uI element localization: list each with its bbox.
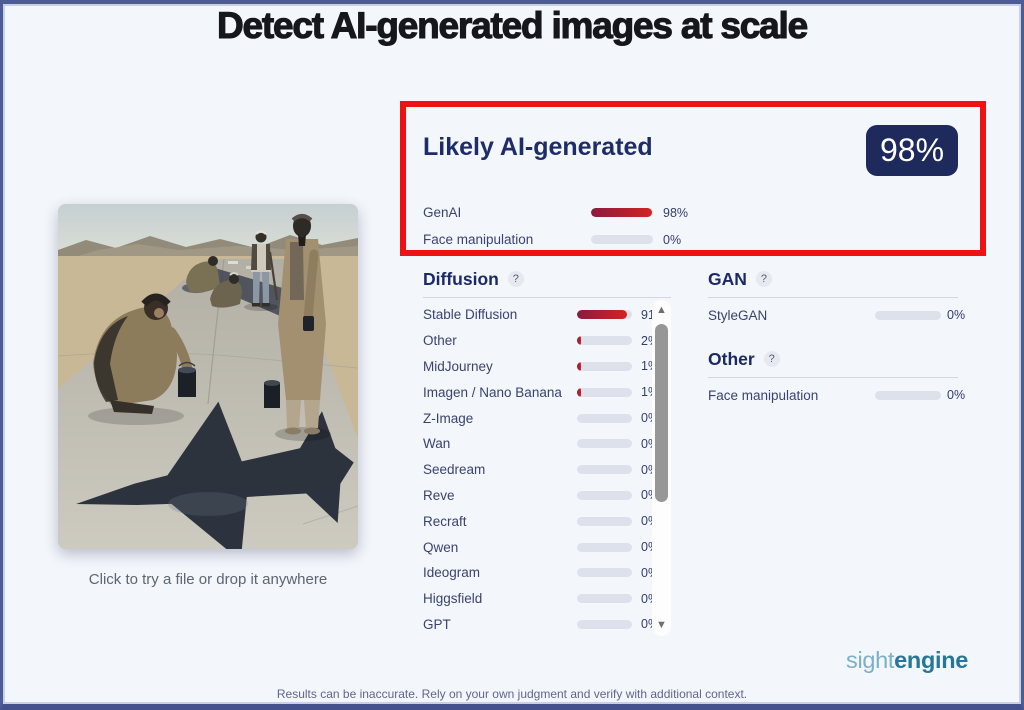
model-row: Imagen / Nano Banana 1% <box>423 379 671 405</box>
score-bar <box>591 235 653 244</box>
diffusion-rows: Stable Diffusion 91% Other 2% MidJourney… <box>423 302 671 637</box>
model-bar <box>577 414 632 423</box>
model-row: Z-Image 0% <box>423 405 671 431</box>
section-divider <box>708 297 958 298</box>
model-label: Qwen <box>423 540 568 555</box>
score-badge: 98% <box>866 125 958 176</box>
logo-part-light: sight <box>846 647 894 673</box>
gan-section-title: GAN <box>708 269 747 290</box>
score-row-label: Face manipulation <box>423 232 581 247</box>
model-label: Imagen / Nano Banana <box>423 385 568 400</box>
score-row-percent: 0% <box>663 233 681 247</box>
model-label: Reve <box>423 488 568 503</box>
dropzone-caption[interactable]: Click to try a file or drop it anywhere <box>33 571 383 588</box>
model-label: Seedream <box>423 462 568 477</box>
other-rows: Face manipulation 0% <box>708 382 958 408</box>
model-row: Seedream 0% <box>423 457 671 483</box>
gan-rows: StyleGAN 0% <box>708 302 958 328</box>
model-row: GPT 0% <box>423 612 671 638</box>
help-icon[interactable]: ? <box>756 271 772 287</box>
gan-section: GAN ? StyleGAN 0% <box>708 268 958 328</box>
model-bar-fill <box>577 388 581 397</box>
section-divider <box>708 377 958 378</box>
score-row-label: GenAI <box>423 205 581 220</box>
scrollbar-thumb[interactable] <box>655 324 668 502</box>
help-icon[interactable]: ? <box>508 271 524 287</box>
model-bar-fill <box>577 310 627 319</box>
score-row: GenAI 98% <box>423 199 673 226</box>
other-section-title: Other <box>708 349 755 370</box>
uploaded-image <box>58 204 358 549</box>
model-label: MidJourney <box>423 359 568 374</box>
model-bar <box>577 620 632 629</box>
scroll-down-icon[interactable]: ▼ <box>652 618 671 632</box>
model-row: Face manipulation 0% <box>708 382 958 408</box>
page-title: Detect AI-generated images at scale <box>3 5 1021 47</box>
model-row: Other 2% <box>423 328 671 354</box>
result-rows: GenAI 98% Face manipulation 0% <box>423 199 673 253</box>
model-bar <box>875 311 941 320</box>
other-section: Other ? Face manipulation 0% <box>708 348 958 408</box>
app-window: Detect AI-generated images at scale <box>0 0 1024 710</box>
model-bar <box>577 465 632 474</box>
model-bar <box>577 594 632 603</box>
score-row: Face manipulation 0% <box>423 226 673 253</box>
model-row: Wan 0% <box>423 431 671 457</box>
model-row: Recraft 0% <box>423 508 671 534</box>
result-heading: Likely AI-generated <box>423 133 653 162</box>
model-percent: 0% <box>947 388 965 402</box>
diffusion-section-title: Diffusion <box>423 269 499 290</box>
diffusion-section: Diffusion ? Stable Diffusion 91% Other 2… <box>423 268 671 637</box>
score-bar <box>591 208 653 217</box>
model-bar-fill <box>577 362 581 371</box>
model-bar-fill <box>577 336 581 345</box>
footer-disclaimer: Results can be inaccurate. Rely on your … <box>3 687 1021 701</box>
model-bar <box>577 336 632 345</box>
model-label: Higgsfield <box>423 591 568 606</box>
model-label: Wan <box>423 436 568 451</box>
model-label: Other <box>423 333 568 348</box>
model-bar <box>577 491 632 500</box>
model-bar <box>577 362 632 371</box>
model-row: Qwen 0% <box>423 534 671 560</box>
score-row-percent: 98% <box>663 206 688 220</box>
model-label: StyleGAN <box>708 308 869 323</box>
model-row: Higgsfield 0% <box>423 586 671 612</box>
model-percent: 0% <box>947 308 965 322</box>
section-divider <box>423 297 671 298</box>
logo-part-bold: engine <box>894 647 968 673</box>
scroll-up-icon[interactable]: ▲ <box>652 303 671 317</box>
sightengine-logo[interactable]: sightengine <box>846 647 968 674</box>
model-label: Z-Image <box>423 411 568 426</box>
model-bar <box>577 439 632 448</box>
model-label: Face manipulation <box>708 388 869 403</box>
model-label: Stable Diffusion <box>423 307 568 322</box>
model-label: GPT <box>423 617 568 632</box>
model-row: Stable Diffusion 91% <box>423 302 671 328</box>
model-row: StyleGAN 0% <box>708 302 958 328</box>
model-bar <box>577 388 632 397</box>
model-label: Recraft <box>423 514 568 529</box>
model-bar <box>577 568 632 577</box>
model-bar <box>577 517 632 526</box>
uploaded-image-preview[interactable] <box>58 204 358 549</box>
model-row: Reve 0% <box>423 483 671 509</box>
model-bar <box>577 310 632 319</box>
model-row: Ideogram 0% <box>423 560 671 586</box>
score-bar-fill <box>591 208 652 217</box>
model-bar <box>875 391 941 400</box>
model-bar <box>577 543 632 552</box>
model-row: MidJourney 1% <box>423 354 671 380</box>
diffusion-scrollbar[interactable]: ▲ ▼ <box>652 300 671 636</box>
help-icon[interactable]: ? <box>764 351 780 367</box>
model-label: Ideogram <box>423 565 568 580</box>
